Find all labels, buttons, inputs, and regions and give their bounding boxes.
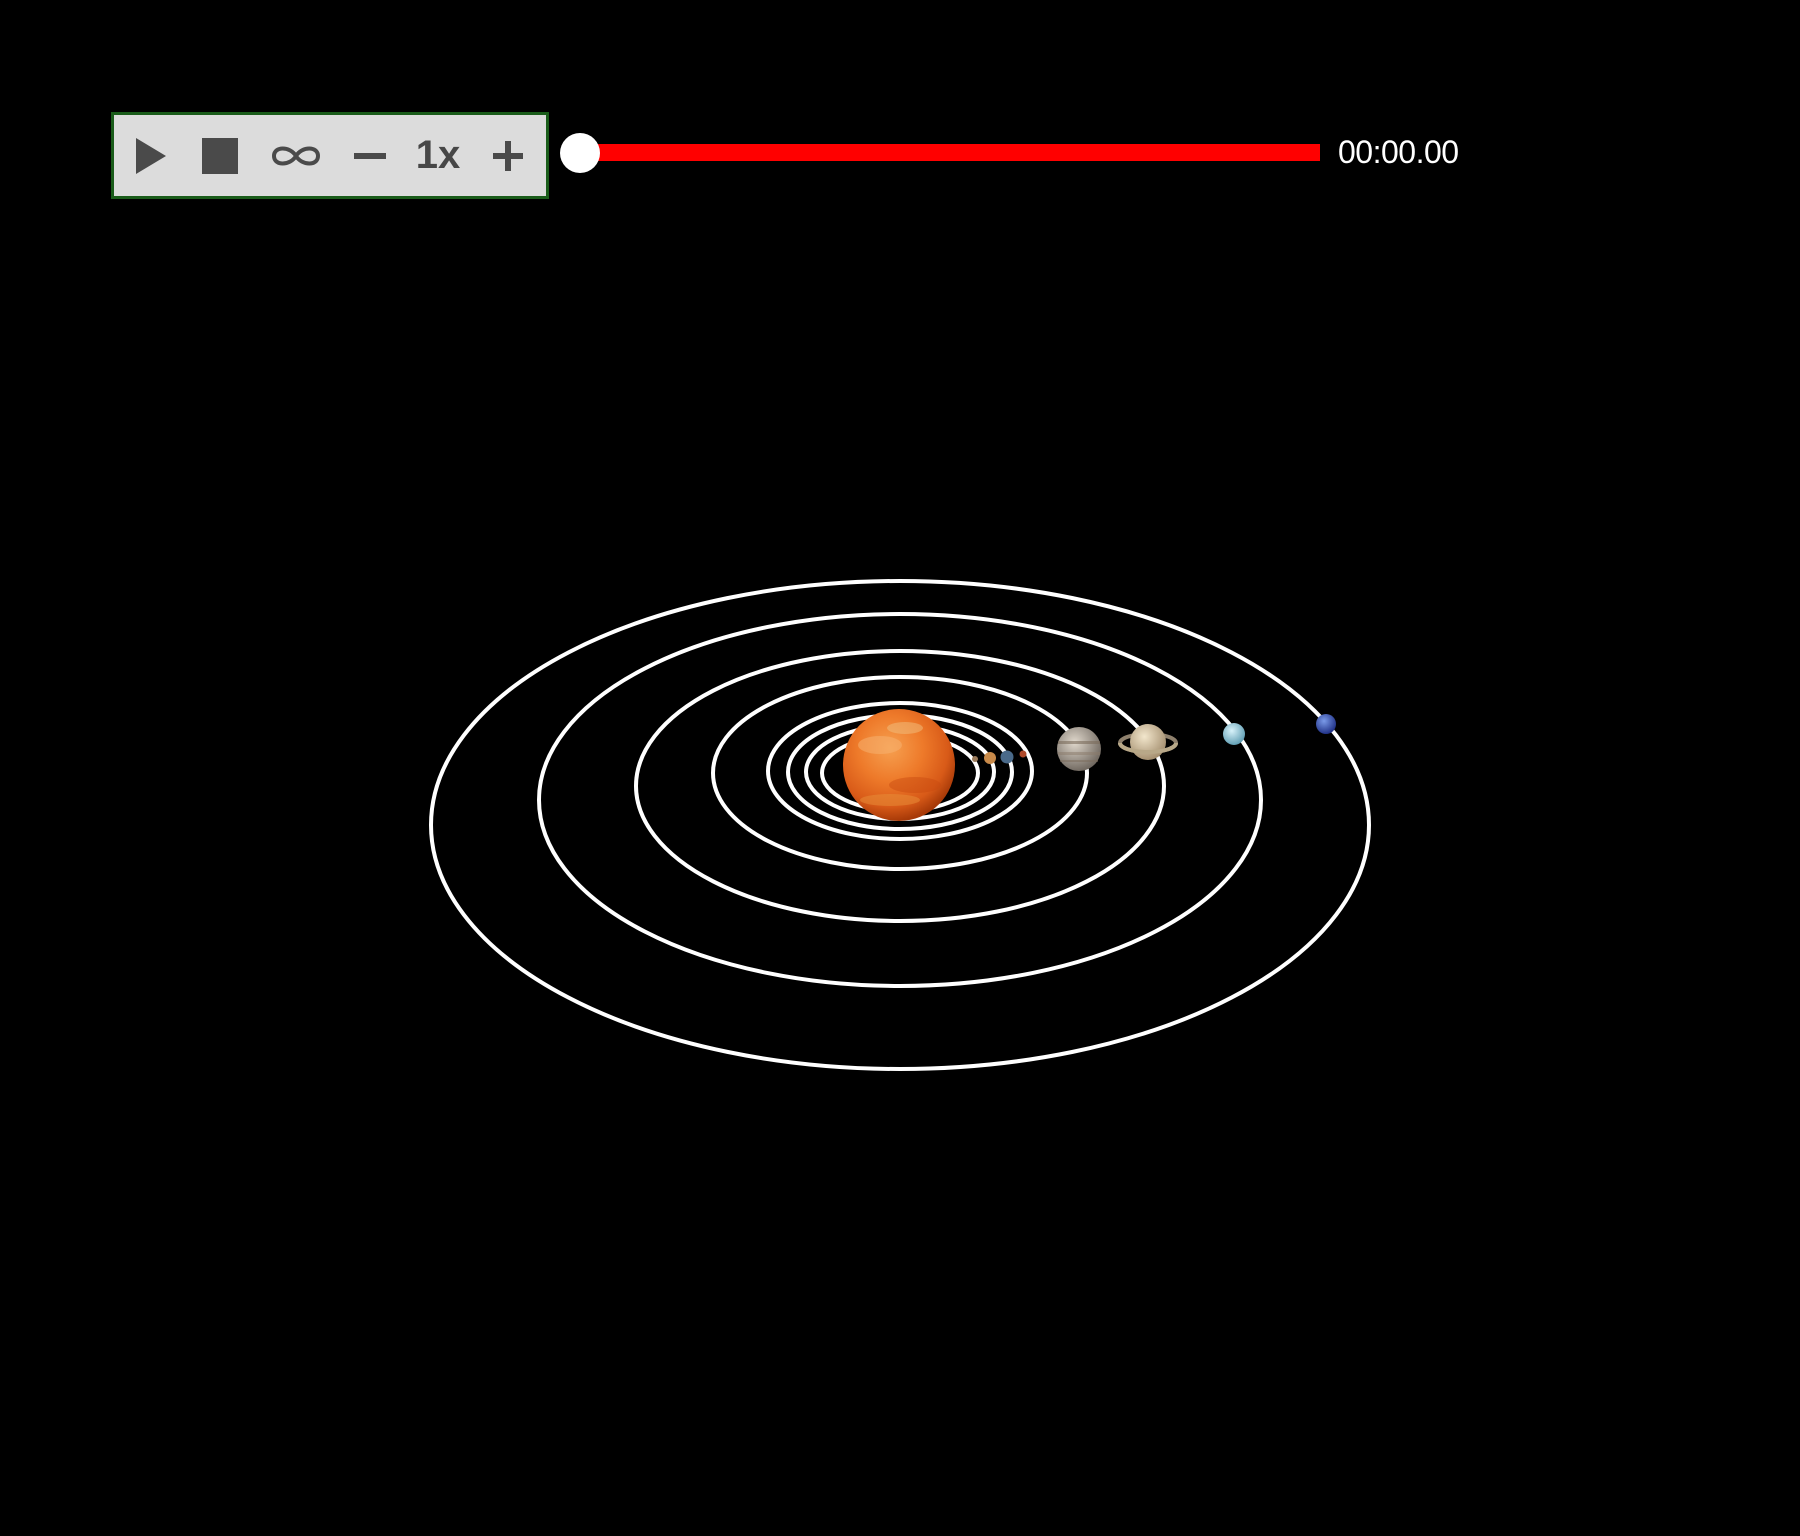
venus[interactable] <box>984 752 996 764</box>
timeline-track[interactable] <box>580 144 1320 161</box>
sun[interactable] <box>843 709 955 821</box>
neptune[interactable] <box>1316 714 1336 734</box>
increase-speed-button[interactable] <box>488 115 528 196</box>
orbits <box>429 579 1371 1071</box>
solar-system-scene[interactable] <box>0 0 1800 1536</box>
uranus[interactable] <box>1223 723 1245 745</box>
stop-icon <box>202 137 238 174</box>
timeline-knob[interactable] <box>560 133 600 173</box>
earth[interactable] <box>1000 750 1014 764</box>
stop-button[interactable] <box>196 115 244 196</box>
mars[interactable] <box>1019 750 1027 758</box>
animation-control-panel: 1x <box>111 112 549 199</box>
orbit-neptune <box>429 579 1371 1071</box>
plus-icon <box>493 140 523 171</box>
speed-label: 1x <box>415 133 461 177</box>
saturn[interactable] <box>1118 724 1178 760</box>
mercury[interactable] <box>972 756 978 762</box>
play-icon <box>136 137 166 174</box>
play-button[interactable] <box>126 115 174 196</box>
timeline-slider[interactable] <box>560 129 1320 177</box>
decrease-speed-button[interactable] <box>350 115 390 196</box>
jupiter[interactable] <box>1057 727 1101 771</box>
simulation-viewport[interactable]: 1x 00:00.00 <box>0 0 1800 1536</box>
elapsed-time: 00:00.00 <box>1338 134 1459 170</box>
loop-button[interactable] <box>266 115 326 196</box>
minus-icon <box>354 152 386 159</box>
infinity-icon <box>271 146 321 165</box>
